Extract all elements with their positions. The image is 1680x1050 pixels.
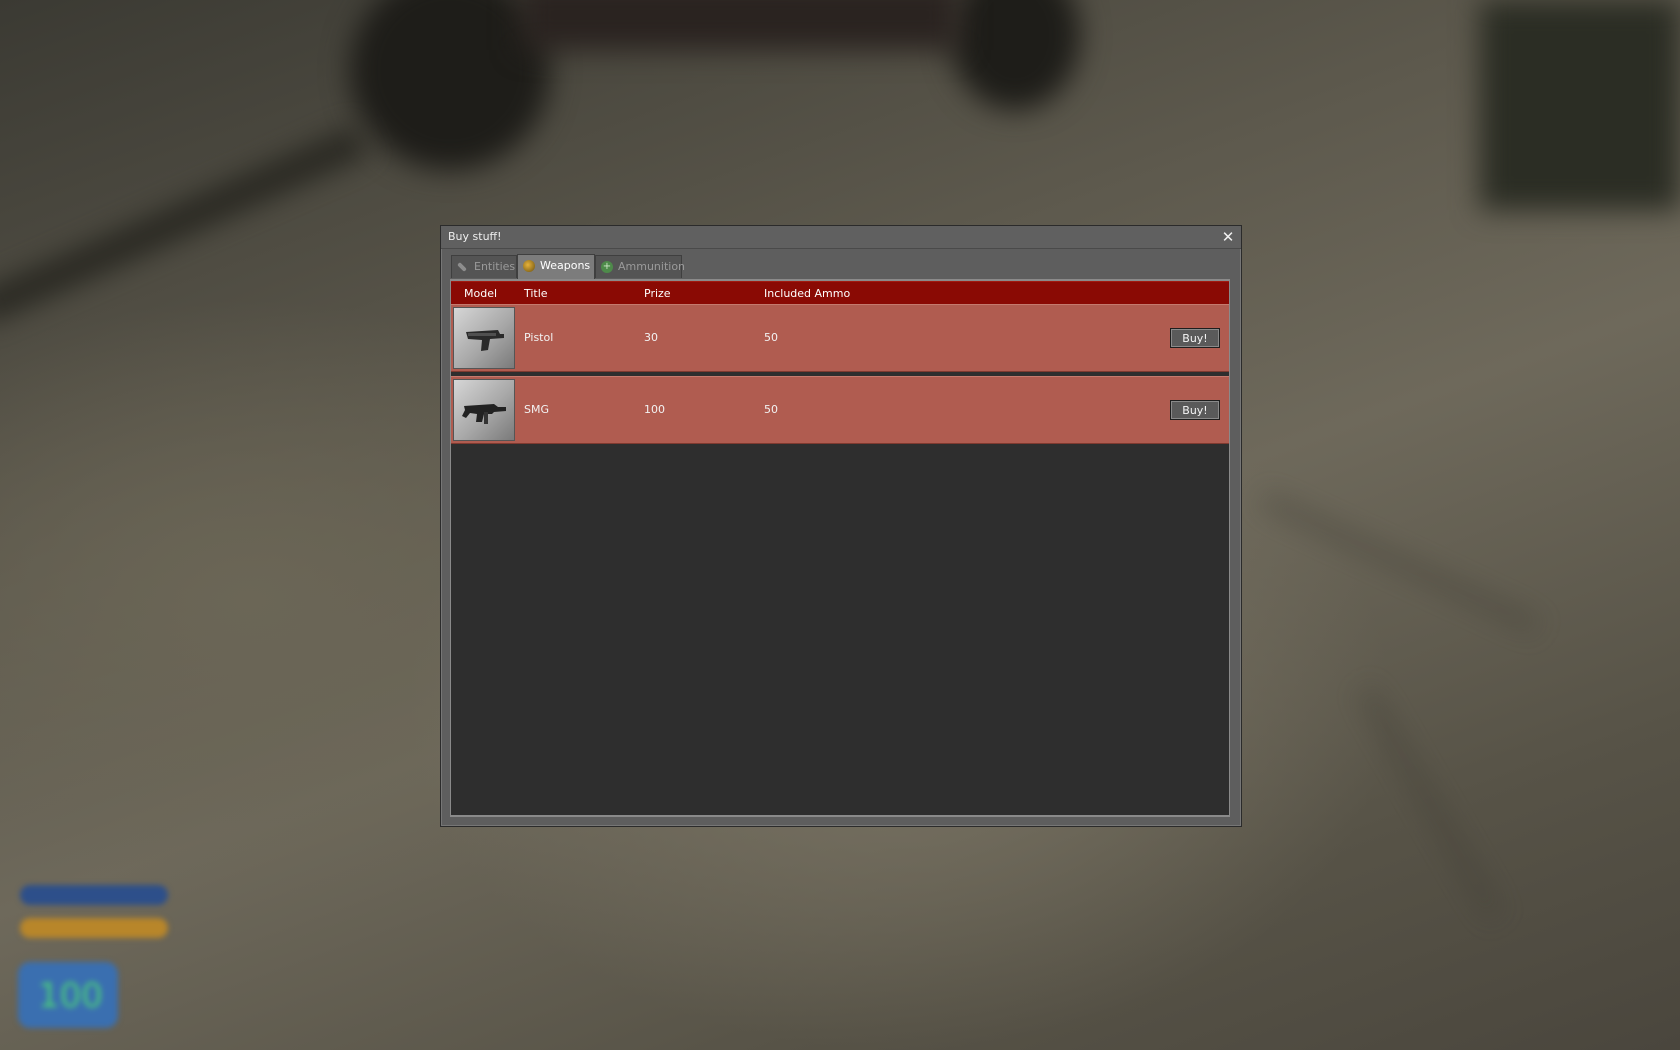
buy-button[interactable]: Buy! bbox=[1170, 400, 1220, 420]
item-title: Pistol bbox=[524, 331, 554, 344]
list-header: Model Title Prize Included Ammo bbox=[451, 281, 1229, 304]
plus-icon: + bbox=[601, 261, 613, 273]
item-title: SMG bbox=[524, 403, 549, 416]
tab-weapons-label: Weapons bbox=[540, 259, 591, 272]
hud-health-panel: 100 bbox=[18, 962, 118, 1028]
column-header-model[interactable]: Model bbox=[464, 287, 497, 300]
floor-crack bbox=[1362, 688, 1498, 918]
weapon-list[interactable]: Model Title Prize Included Ammo Pistol 3… bbox=[451, 281, 1229, 815]
buy-button[interactable]: Buy! bbox=[1170, 328, 1220, 348]
tab-ammunition-label: Ammunition bbox=[618, 260, 686, 273]
item-prize: 30 bbox=[644, 331, 658, 344]
hud-health-value: 100 bbox=[38, 976, 103, 1016]
tab-entities-label: Entities bbox=[474, 260, 516, 273]
window-titlebar[interactable]: Buy stuff! ✕ bbox=[441, 226, 1241, 249]
floor-crack bbox=[1262, 496, 1538, 630]
column-header-prize[interactable]: Prize bbox=[644, 287, 671, 300]
vehicle-wheel-right bbox=[950, 0, 1080, 110]
buy-window: Buy stuff! ✕ Entities Weapons + Ammuniti… bbox=[440, 225, 1242, 827]
close-icon[interactable]: ✕ bbox=[1219, 228, 1237, 246]
wrench-icon bbox=[457, 262, 467, 272]
window-title: Buy stuff! bbox=[448, 230, 502, 243]
item-included-ammo: 50 bbox=[764, 403, 778, 416]
smg-icon bbox=[453, 379, 515, 441]
list-item[interactable]: Pistol 30 50 Buy! bbox=[451, 304, 1229, 372]
vehicle-body bbox=[520, 0, 960, 50]
column-header-included-ammo[interactable]: Included Ammo bbox=[764, 287, 850, 300]
item-prize: 100 bbox=[644, 403, 665, 416]
tab-ammunition[interactable]: + Ammunition bbox=[595, 255, 686, 278]
column-header-title[interactable]: Title bbox=[524, 287, 548, 300]
list-item[interactable]: SMG 100 50 Buy! bbox=[451, 376, 1229, 444]
hud-money-bar bbox=[20, 918, 168, 938]
grenade-icon bbox=[523, 260, 535, 272]
pistol-icon bbox=[453, 307, 515, 369]
tab-entities[interactable]: Entities bbox=[451, 255, 517, 278]
curb-left bbox=[0, 125, 368, 325]
item-included-ammo: 50 bbox=[764, 331, 778, 344]
tab-weapons[interactable]: Weapons bbox=[517, 254, 595, 279]
hud-armor-bar bbox=[20, 885, 168, 905]
wall-right bbox=[1480, 0, 1680, 210]
tab-content-panel: Model Title Prize Included Ammo Pistol 3… bbox=[450, 279, 1230, 817]
